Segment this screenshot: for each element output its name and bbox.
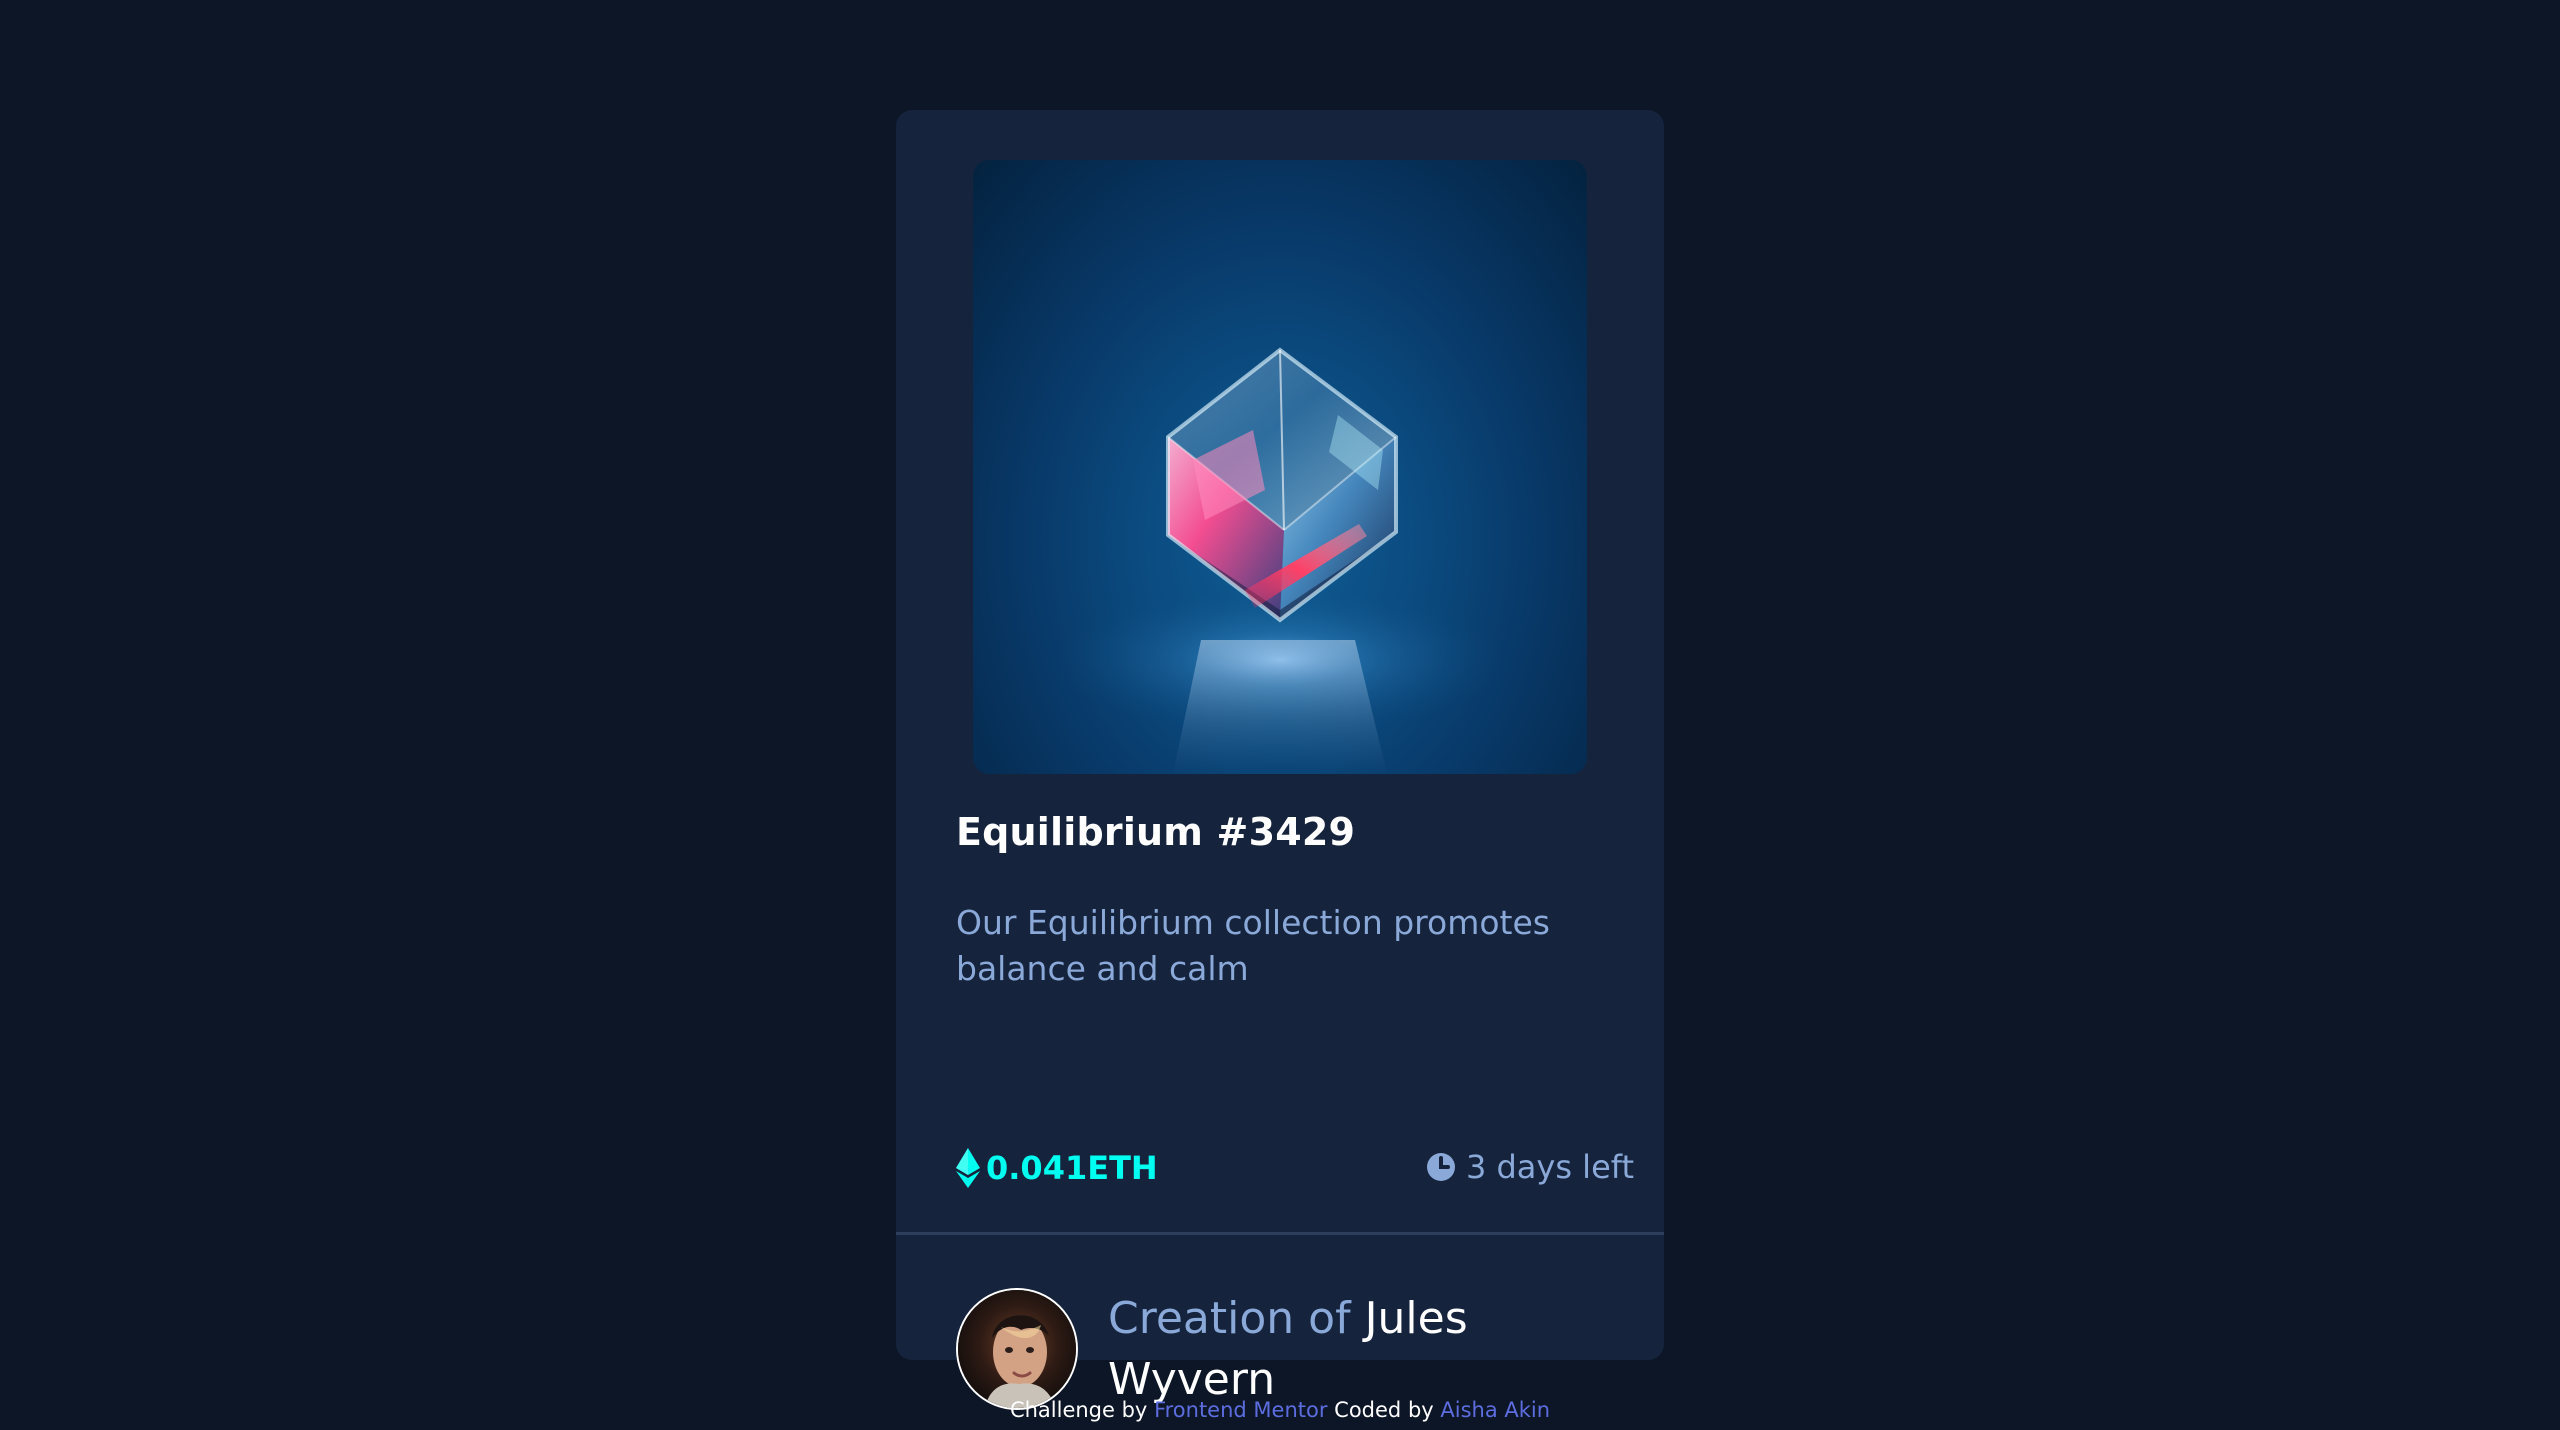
frontend-mentor-link[interactable]: Frontend Mentor [1154,1398,1327,1422]
card-divider [896,1232,1664,1235]
challenge-label: Challenge by [1009,1398,1148,1422]
author-link[interactable]: Aisha Akin [1440,1398,1550,1422]
creator-text: Creation of Jules Wyvern [1108,1288,1568,1410]
time-left-text: 3 days left [1465,1148,1634,1186]
price-value: 0.041ETH [986,1149,1158,1187]
nft-card: Equilibrium #3429 Our Equilibrium collec… [896,110,1664,1410]
nft-title[interactable]: Equilibrium #3429 [956,810,1355,854]
creator-prefix: Creation of [1108,1293,1351,1344]
clock-icon [1426,1153,1455,1181]
equilibrium-cube-image [1050,347,1510,774]
creator-portrait-image [958,1290,1076,1408]
nft-description: Our Equilibrium collection promotes bala… [956,903,1550,988]
creator-avatar [956,1288,1078,1410]
price-group: 0.041ETH [956,1148,1158,1188]
nft-preview-image[interactable] [973,160,1587,774]
ethereum-icon [956,1148,980,1188]
time-left-group: 3 days left [1426,1148,1634,1186]
attribution: Challenge by Frontend Mentor Coded by Ai… [0,1398,2560,1422]
coded-label: Coded by [1334,1398,1434,1422]
